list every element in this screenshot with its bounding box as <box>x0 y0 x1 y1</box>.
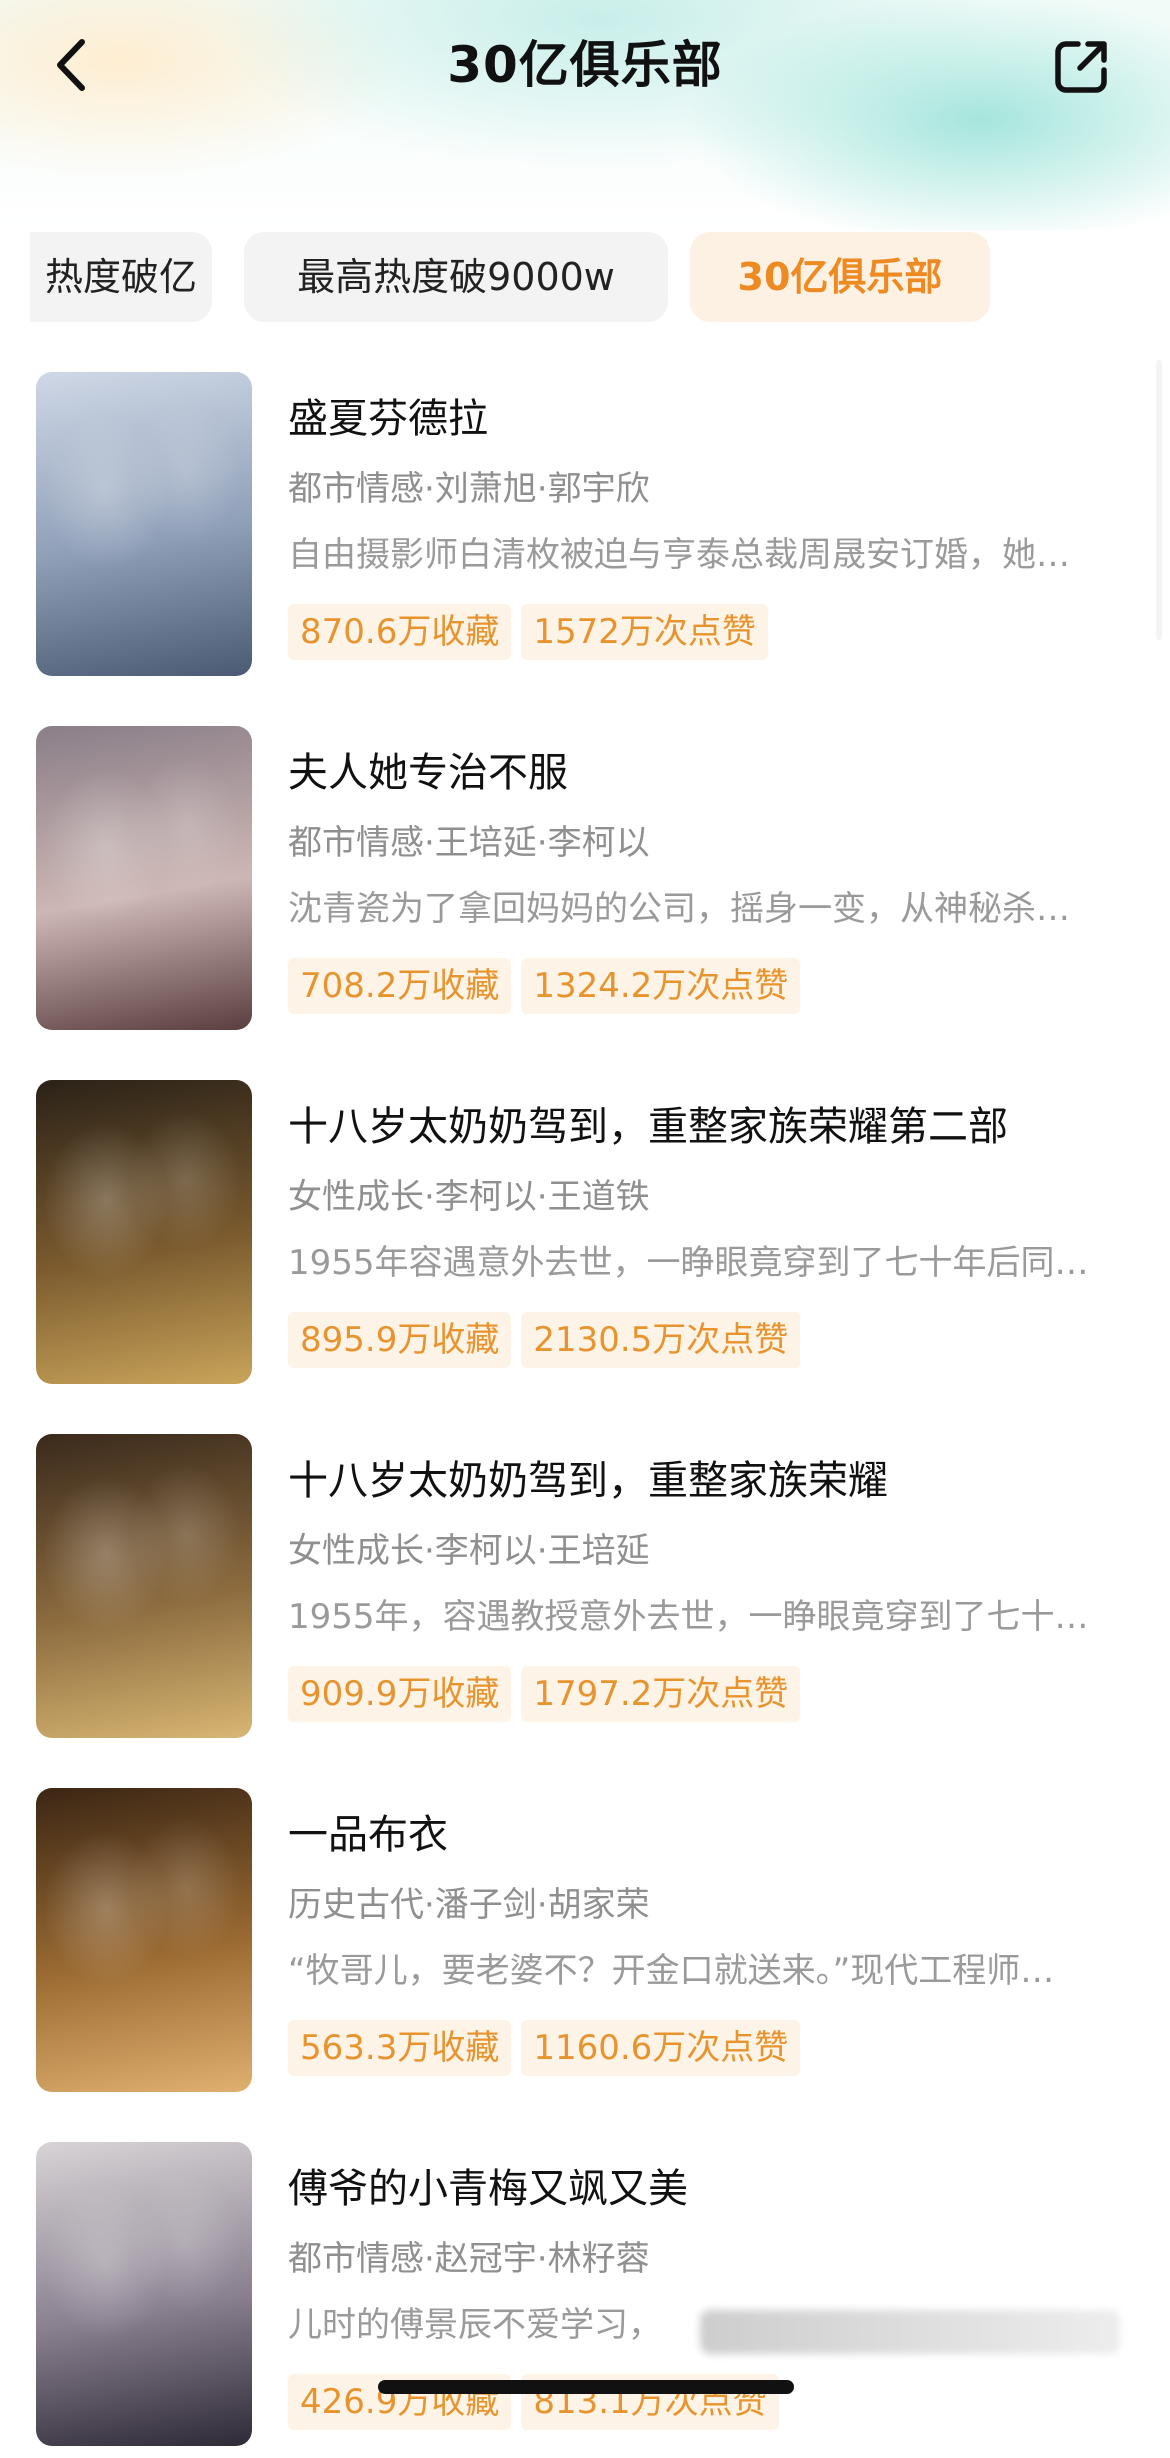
share-button[interactable] <box>1050 34 1114 98</box>
likes-badge: 1160.6万次点赞 <box>521 2020 801 2076</box>
drama-description: 自由摄影师白清枚被迫与亨泰总裁周晟安订婚，她… <box>288 535 1070 575</box>
favorites-badge: 895.9万收藏 <box>288 1312 512 1368</box>
likes-badge: 1324.2万次点赞 <box>521 958 801 1014</box>
likes-badge: 2130.5万次点赞 <box>521 1312 801 1368</box>
drama-title: 夫人她专治不服 <box>288 750 568 796</box>
drama-description: 沈青瓷为了拿回妈妈的公司，摇身一变，从神秘杀… <box>288 889 1070 929</box>
drama-meta: 历史古代·潘子剑·胡家荣 <box>288 1885 650 1925</box>
category-tabs: 热度破亿 最高热度破9000w 30亿俱乐部 <box>30 232 1170 322</box>
share-icon <box>1055 41 1107 93</box>
list-item[interactable]: 一品布衣 历史古代·潘子剑·胡家荣 “牧哥儿，要老婆不？开金口就送来。”现代工程… <box>0 1784 1170 2104</box>
redacted-area <box>700 2310 1120 2354</box>
stats: 895.9万收藏 2130.5万次点赞 <box>288 1312 810 1370</box>
likes-badge: 1797.2万次点赞 <box>521 1666 801 1722</box>
list-item[interactable]: 盛夏芬德拉 都市情感·刘萧旭·郭宇欣 自由摄影师白清枚被迫与亨泰总裁周晟安订婚，… <box>0 368 1170 688</box>
cover-image <box>36 372 252 676</box>
tab-2[interactable]: 30亿俱乐部 <box>690 232 990 322</box>
drama-title: 十八岁太奶奶驾到，重整家族荣耀 <box>288 1458 888 1504</box>
favorites-badge: 708.2万收藏 <box>288 958 512 1014</box>
page-title: 30亿俱乐部 <box>447 36 723 94</box>
drama-meta: 都市情感·王培延·李柯以 <box>288 823 650 863</box>
header-bar: 30亿俱乐部 <box>0 0 1170 130</box>
cover-image <box>36 2142 252 2446</box>
drama-description: 1955年容遇意外去世，一睁眼竟穿到了七十年后同… <box>288 1243 1089 1283</box>
tab-1[interactable]: 最高热度破9000w <box>244 232 668 322</box>
list-item[interactable]: 十八岁太奶奶驾到，重整家族荣耀 女性成长·李柯以·王培延 1955年，容遇教授意… <box>0 1430 1170 1750</box>
drama-title: 十八岁太奶奶驾到，重整家族荣耀第二部 <box>288 1104 1008 1150</box>
drama-meta: 都市情感·刘萧旭·郭宇欣 <box>288 469 650 509</box>
drama-meta: 都市情感·赵冠宇·林籽蓉 <box>288 2239 650 2279</box>
favorites-badge: 870.6万收藏 <box>288 604 512 660</box>
likes-badge: 1572万次点赞 <box>521 604 768 660</box>
cover-image <box>36 1080 252 1384</box>
tab-0[interactable]: 热度破亿 <box>30 232 212 322</box>
cover-image <box>36 726 252 1030</box>
stats: 870.6万收藏 1572万次点赞 <box>288 604 778 662</box>
drama-meta: 女性成长·李柯以·王培延 <box>288 1531 650 1571</box>
stats: 563.3万收藏 1160.6万次点赞 <box>288 2020 810 2078</box>
drama-description: 1955年，容遇教授意外去世，一睁眼竟穿到了七十… <box>288 1597 1089 1637</box>
list-item[interactable]: 夫人她专治不服 都市情感·王培延·李柯以 沈青瓷为了拿回妈妈的公司，摇身一变，从… <box>0 722 1170 1042</box>
stats: 708.2万收藏 1324.2万次点赞 <box>288 958 810 1016</box>
cover-image <box>36 1434 252 1738</box>
drama-title: 一品布衣 <box>288 1812 448 1858</box>
drama-title: 盛夏芬德拉 <box>288 396 488 442</box>
drama-meta: 女性成长·李柯以·王道铁 <box>288 1177 650 1217</box>
favorites-badge: 563.3万收藏 <box>288 2020 512 2076</box>
cover-image <box>36 1788 252 2092</box>
drama-description: “牧哥儿，要老婆不？开金口就送来。”现代工程师… <box>288 1951 1055 1991</box>
home-indicator <box>378 2380 794 2394</box>
list-item[interactable]: 十八岁太奶奶驾到，重整家族荣耀第二部 女性成长·李柯以·王道铁 1955年容遇意… <box>0 1076 1170 1396</box>
favorites-badge: 909.9万收藏 <box>288 1666 512 1722</box>
drama-title: 傅爷的小青梅又飒又美 <box>288 2166 688 2212</box>
list-item[interactable]: 傅爷的小青梅又飒又美 都市情感·赵冠宇·林籽蓉 儿时的傅景辰不爱学习， 426.… <box>0 2138 1170 2458</box>
stats: 909.9万收藏 1797.2万次点赞 <box>288 1666 810 1724</box>
